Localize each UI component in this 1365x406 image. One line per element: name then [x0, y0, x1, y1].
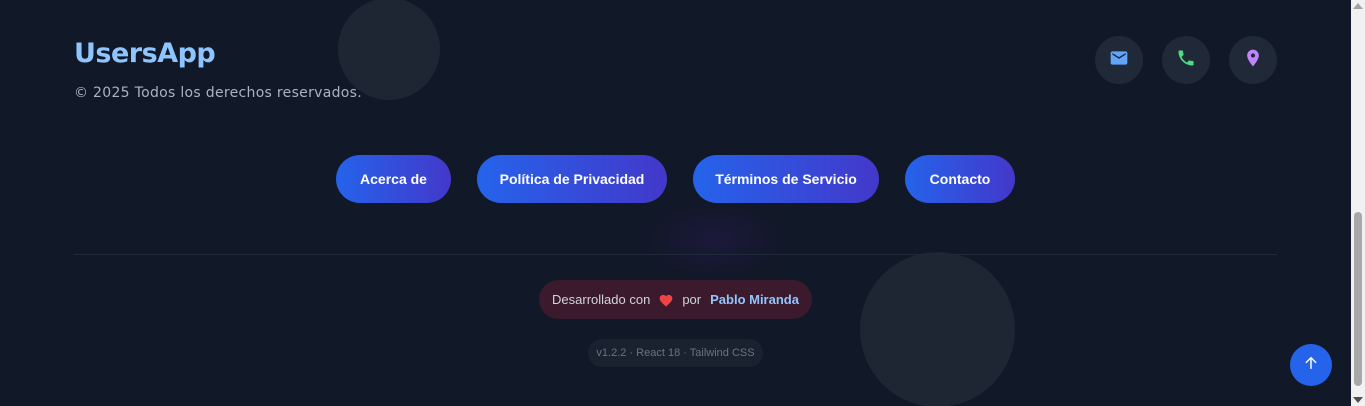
brand-logo[interactable]: UsersApp [74, 38, 216, 69]
map-pin-icon [1243, 48, 1263, 73]
author-name[interactable]: Pablo Miranda [710, 292, 799, 307]
scroll-up-arrow[interactable] [1353, 3, 1363, 9]
page-scrollbar[interactable] [1351, 0, 1365, 406]
credit-prefix: Desarrollado con [552, 292, 651, 307]
scroll-down-arrow[interactable] [1353, 397, 1363, 403]
decorative-glow [640, 200, 790, 280]
phone-button[interactable] [1162, 36, 1210, 84]
phone-icon [1176, 48, 1196, 73]
heart-icon [658, 293, 674, 307]
credit-by: por [682, 292, 702, 307]
version-badge: v1.2.2 · React 18 · Tailwind CSS [588, 339, 763, 367]
scroll-thumb[interactable] [1354, 212, 1362, 386]
mail-icon [1109, 48, 1129, 73]
contact-icons [1095, 36, 1277, 84]
location-button[interactable] [1229, 36, 1277, 84]
about-link[interactable]: Acerca de [336, 155, 451, 203]
terms-link[interactable]: Términos de Servicio [693, 155, 879, 203]
privacy-link[interactable]: Política de Privacidad [477, 155, 667, 203]
mail-button[interactable] [1095, 36, 1143, 84]
footer-divider [74, 254, 1277, 255]
scroll-to-top-button[interactable] [1290, 344, 1332, 386]
arrow-up-icon [1303, 355, 1319, 376]
contact-link[interactable]: Contacto [905, 155, 1015, 203]
copyright-text: © 2025 Todos los derechos reservados. [74, 85, 362, 101]
decorative-circle [860, 252, 1015, 406]
credit-badge: Desarrollado con por Pablo Miranda [539, 280, 812, 319]
